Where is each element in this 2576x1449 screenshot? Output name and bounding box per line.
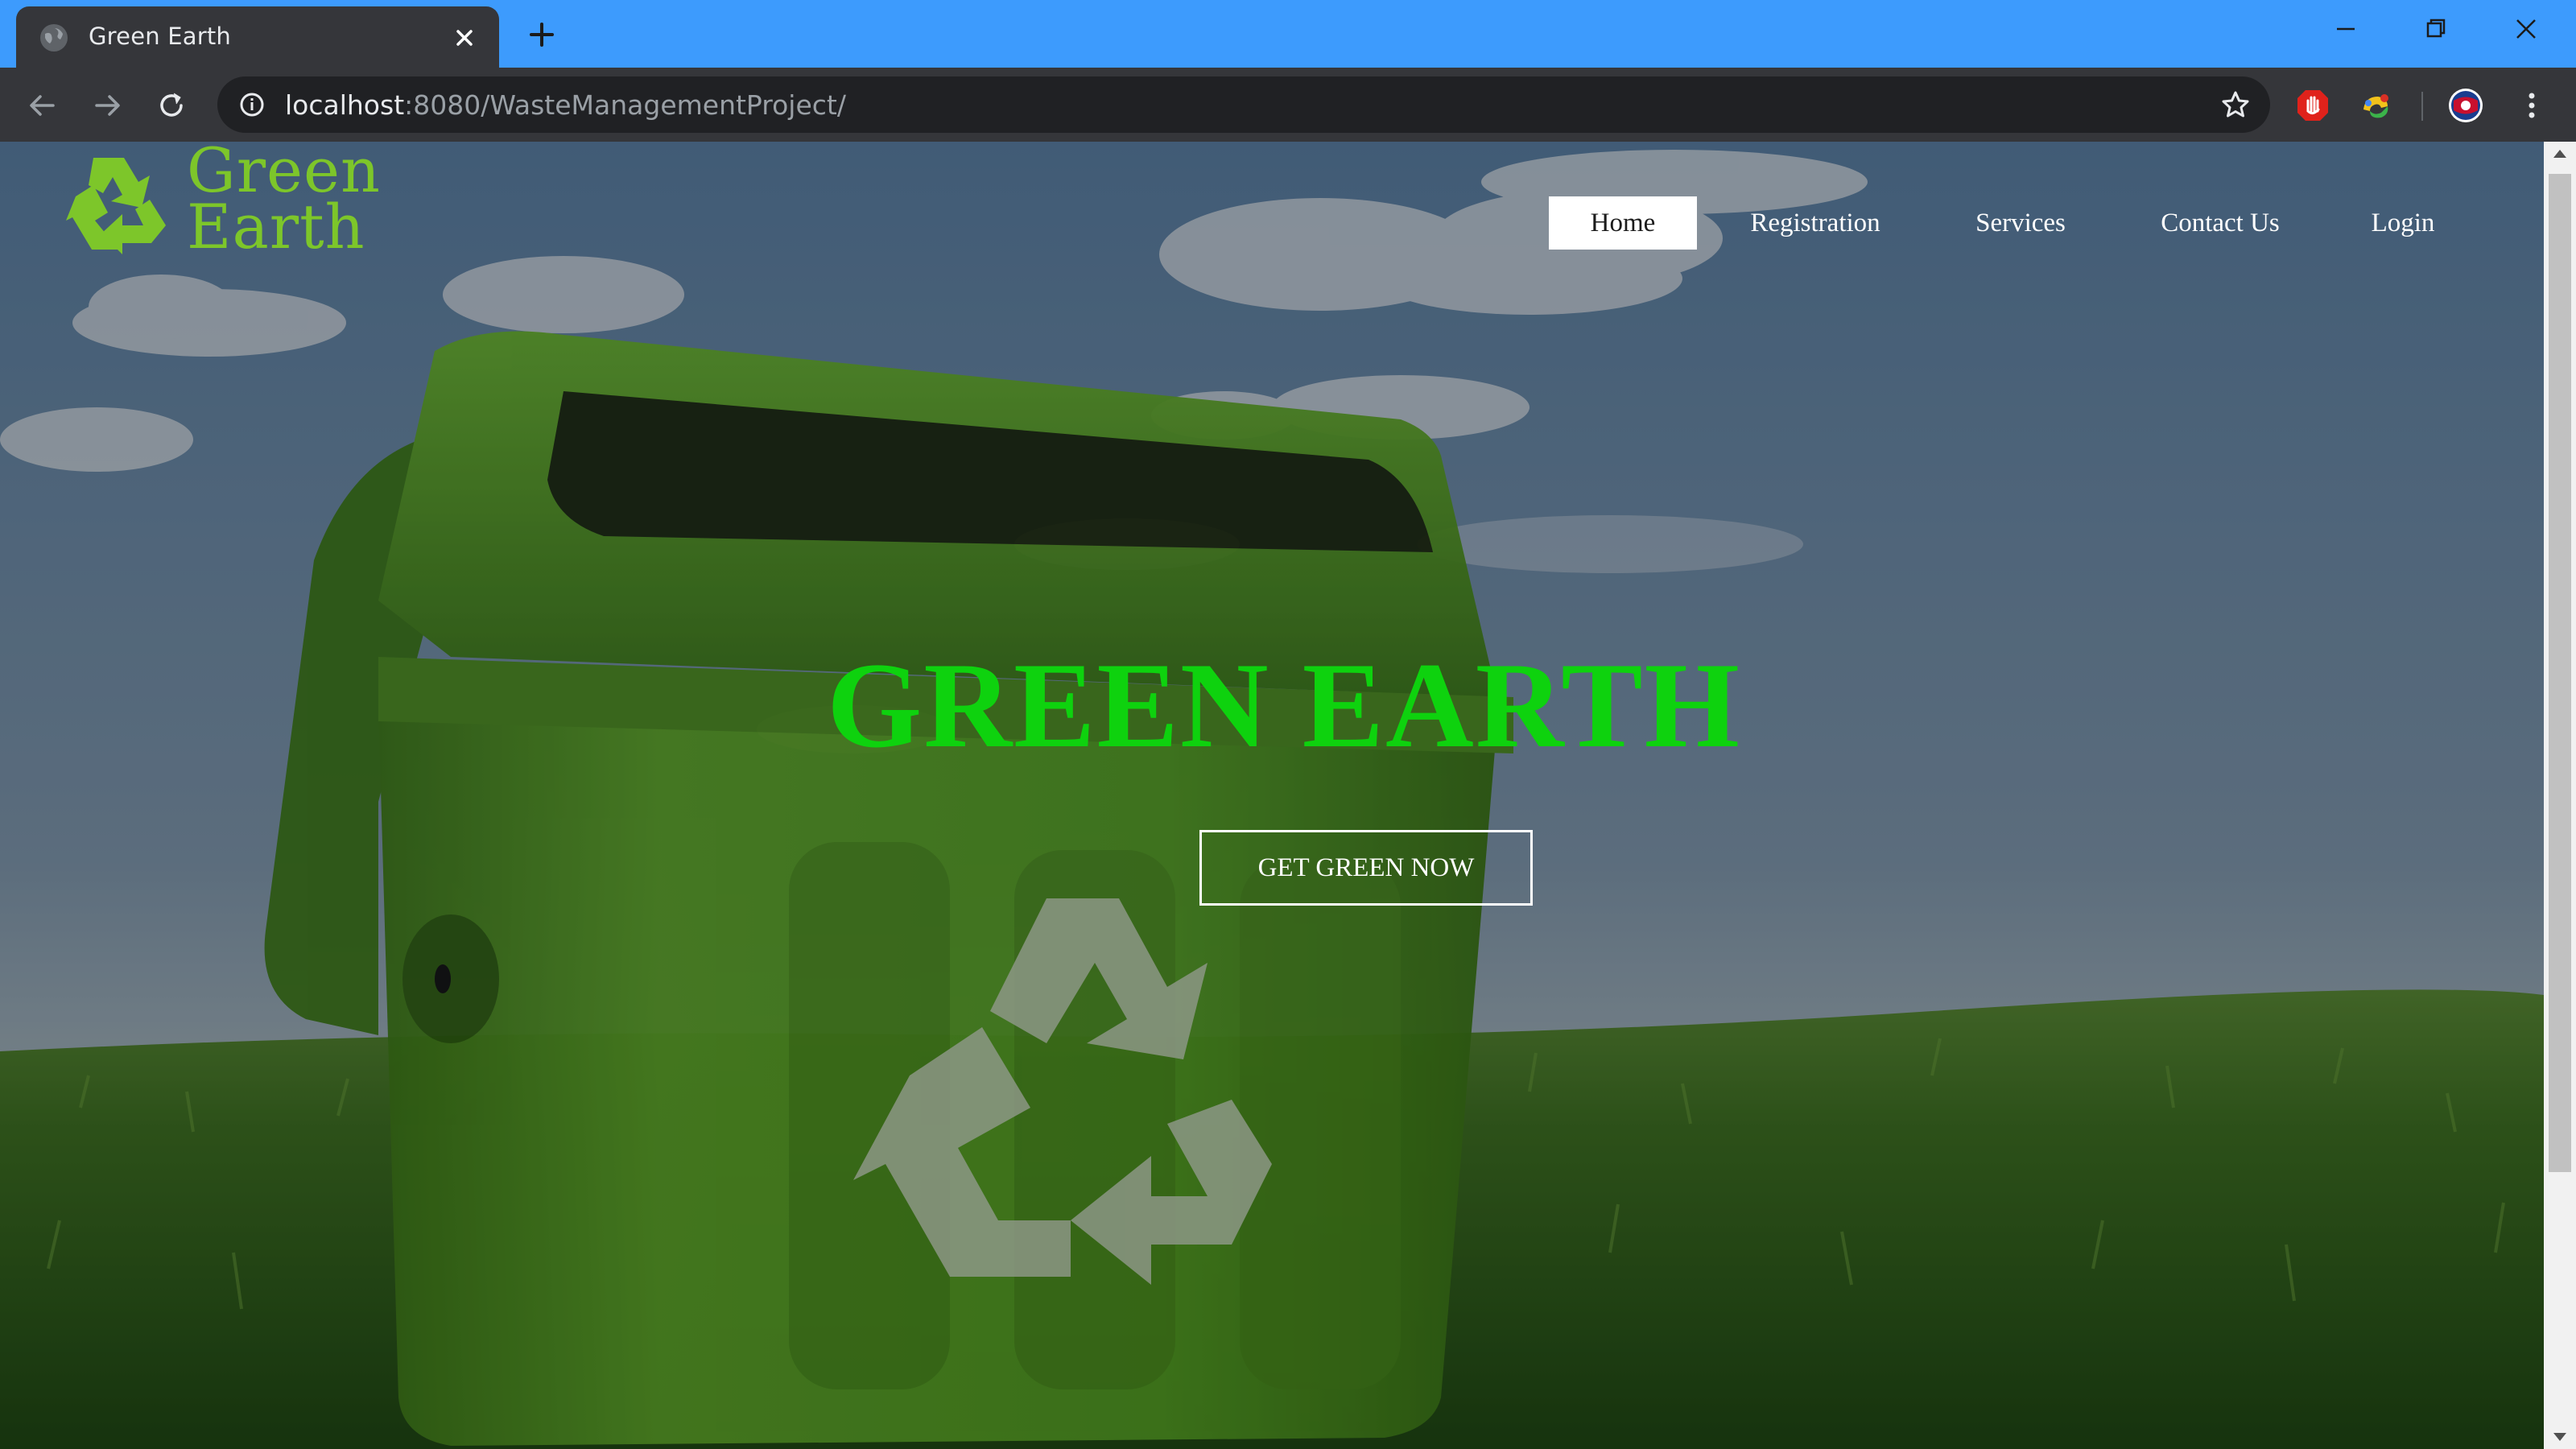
get-green-now-button[interactable]: GET GREEN NOW [1199,830,1533,906]
globe-icon [40,24,68,52]
adblock-icon[interactable] [2294,87,2331,124]
main-nav: Home Registration Services Contact Us Lo… [0,196,2544,250]
window-close-icon[interactable] [2502,11,2550,47]
url-path: :8080/WasteManagementProject/ [404,89,846,121]
nav-item-home[interactable]: Home [1549,196,1697,250]
forward-arrow-icon[interactable] [87,85,127,126]
nav-item-login[interactable]: Login [2351,196,2455,250]
nav-item-registration[interactable]: Registration [1731,196,1900,250]
restore-icon[interactable] [2412,11,2460,47]
reload-icon[interactable] [151,85,192,126]
scroll-up-arrow-icon[interactable] [2553,150,2566,158]
page-viewport: Green Earth Home Registration Services C… [0,142,2544,1449]
minimize-icon[interactable] [2322,11,2370,47]
tab-strip: Green Earth [0,0,2576,68]
hero-overlay [0,142,2544,1449]
back-arrow-icon[interactable] [23,85,63,126]
close-icon[interactable] [451,24,478,52]
profile-avatar-icon[interactable] [2447,87,2484,124]
hero-title: GREEN EARTH [827,638,1741,773]
scroll-down-arrow-icon[interactable] [2553,1433,2566,1441]
browser-tab[interactable]: Green Earth [16,6,499,68]
address-bar[interactable]: localhost:8080/WasteManagementProject/ [217,76,2270,133]
browser-toolbar: localhost:8080/WasteManagementProject/ [0,68,2576,142]
star-icon[interactable] [2220,89,2251,120]
menu-kebab-icon[interactable] [2513,87,2550,124]
nav-item-services[interactable]: Services [1956,196,2085,250]
info-icon[interactable] [238,91,266,118]
url-text[interactable]: localhost:8080/WasteManagementProject/ [285,89,846,121]
scrollbar-thumb[interactable] [2549,174,2571,1172]
nav-item-contact-us[interactable]: Contact Us [2141,196,2299,250]
extension-icon[interactable] [2357,87,2394,124]
tab-title: Green Earth [89,23,232,50]
plus-icon[interactable] [523,16,560,53]
toolbar-separator [2421,92,2423,121]
page-scrollbar[interactable] [2544,142,2576,1449]
url-host: localhost [285,89,405,121]
